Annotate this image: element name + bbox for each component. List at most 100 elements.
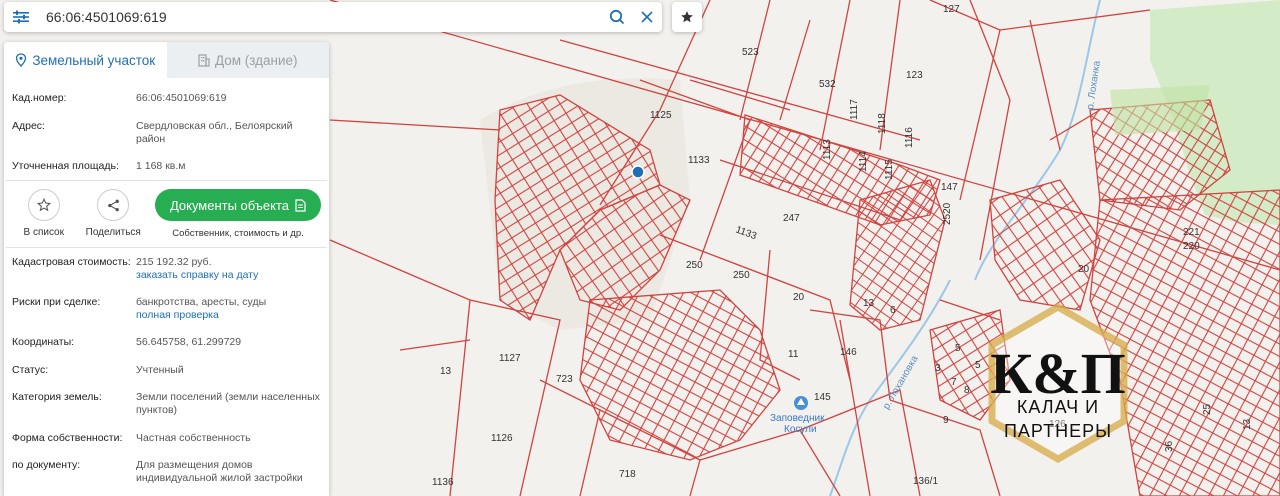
parcel-label: 6 bbox=[890, 305, 896, 316]
parcel-label: 9 bbox=[943, 415, 949, 426]
info-row-permitted-use: по документу: Для размещения домов индив… bbox=[4, 459, 329, 489]
risks-value: банкротства, аресты, суды bbox=[136, 296, 267, 308]
parcel-label: 8 bbox=[964, 385, 970, 396]
sliders-icon bbox=[13, 10, 29, 24]
info-row-area: Уточненная площадь: 1 168 кв.м bbox=[4, 160, 329, 180]
documents-button[interactable]: Документы объекта bbox=[155, 189, 321, 221]
parcel-label: 247 bbox=[783, 213, 800, 224]
search-button[interactable] bbox=[602, 2, 632, 32]
parcel-label: 20 bbox=[1078, 264, 1090, 275]
star-outline-icon bbox=[36, 198, 51, 212]
info-value: Свердловская обл., Белоярский район bbox=[136, 120, 293, 145]
parcel-label: 1114 bbox=[858, 151, 869, 172]
documents-subtitle: Собственник, стоимость и др. bbox=[172, 228, 304, 239]
parcel-label: 1117 bbox=[849, 99, 860, 120]
info-value-group: банкротства, аресты, суды полная проверк… bbox=[136, 296, 321, 336]
clear-search-button[interactable] bbox=[632, 2, 662, 32]
tab-land-plot[interactable]: Земельный участок bbox=[4, 42, 167, 78]
document-icon bbox=[295, 198, 306, 212]
parcel-label: 5 bbox=[955, 343, 961, 354]
parcel-label: 123 bbox=[906, 70, 923, 81]
parcel-label: 1116 bbox=[904, 127, 915, 148]
share-icon bbox=[107, 199, 119, 211]
info-value: Для размещения домов индивидуальной жило… bbox=[136, 459, 303, 484]
close-icon bbox=[641, 11, 653, 23]
parcel-label: 13 bbox=[863, 298, 875, 309]
parcel-label: 523 bbox=[742, 47, 759, 58]
documents-button-label: Документы объекта bbox=[169, 197, 290, 213]
parcel-label: 220 bbox=[1183, 241, 1200, 252]
parcel-label: 5 bbox=[975, 360, 981, 371]
info-label: по документу: bbox=[12, 459, 81, 471]
parcel-label: 221 bbox=[1183, 227, 1200, 238]
filter-menu-button[interactable] bbox=[4, 2, 38, 32]
parcel-label: 1133 bbox=[688, 155, 710, 166]
info-value: 1 168 кв.м bbox=[136, 160, 186, 172]
parcel-label: 250 bbox=[686, 260, 703, 271]
info-label: Кадастровая стоимость: bbox=[12, 256, 131, 268]
parcel-label: 36 bbox=[1164, 440, 1175, 452]
tab-label: Дом (здание) bbox=[214, 52, 298, 68]
full-check-link[interactable]: полная проверка bbox=[136, 309, 321, 322]
info-label: Форма собственности: bbox=[12, 432, 123, 444]
parcel-label: 250 bbox=[733, 270, 750, 281]
info-value: Частная собственность bbox=[136, 432, 251, 444]
info-row-cadastral-number: Кад.номер: 66:06:4501069:619 bbox=[4, 92, 329, 120]
parcel-label: 1126 bbox=[491, 433, 513, 444]
panel-tabs: Земельный участок Дом (здание) bbox=[4, 42, 329, 78]
parcel-label: 13 bbox=[440, 366, 452, 377]
parcel-label: 1127 bbox=[499, 353, 521, 364]
parcel-label: 718 bbox=[619, 469, 636, 480]
search-input[interactable] bbox=[38, 3, 602, 31]
parcel-label: 2520 bbox=[942, 202, 953, 225]
parcel-label: 145 bbox=[814, 392, 831, 403]
info-row-ownership: Форма собственности: Частная собственнос… bbox=[4, 432, 329, 459]
info-row-status: Статус: Учтенный bbox=[4, 364, 329, 391]
info-row-coordinates: Координаты: 56.645758, 61.299729 bbox=[4, 336, 329, 364]
info-row-address: Адрес: Свердловская обл., Белоярский рай… bbox=[4, 120, 329, 160]
parcel-label: 20 bbox=[793, 292, 805, 303]
add-to-list-label: В список bbox=[23, 227, 65, 238]
parcel-label: 7 bbox=[951, 377, 957, 388]
parcel-label: 1115 bbox=[884, 159, 895, 180]
share-label: Поделиться bbox=[85, 227, 141, 238]
parcel-label: 25 bbox=[1202, 403, 1213, 415]
favorite-button[interactable] bbox=[672, 2, 702, 32]
parcel-label: 13 bbox=[1242, 418, 1253, 430]
parcel-label: 1125 bbox=[650, 110, 672, 121]
info-label: Статус: bbox=[12, 364, 49, 376]
info-value: Учтенный bbox=[136, 364, 184, 376]
info-row-risks: Риски при сделке: банкротства, аресты, с… bbox=[4, 296, 329, 336]
parcel-label: 147 bbox=[941, 182, 958, 193]
parcel-info-panel: Земельный участок Дом (здание) Кад.номер… bbox=[4, 42, 329, 496]
info-label: Категория земель: bbox=[12, 391, 102, 403]
cadastral-number-link[interactable]: 66:06:4501069:619 bbox=[136, 92, 321, 120]
parcel-label: 11 bbox=[788, 349, 799, 360]
star-icon bbox=[681, 11, 693, 23]
tab-building[interactable]: Дом (здание) bbox=[166, 42, 329, 78]
documents-group: Документы объекта Собственник, стоимость… bbox=[155, 189, 321, 243]
share-circle bbox=[97, 189, 130, 221]
parcel-label: 723 bbox=[556, 374, 573, 385]
parcel-label: 146 bbox=[840, 347, 857, 358]
order-certificate-link[interactable]: заказать справку на дату bbox=[136, 269, 321, 282]
info-value: 56.645758, 61.299729 bbox=[136, 336, 242, 348]
poi-label: Косули bbox=[784, 424, 817, 435]
add-to-list-button[interactable]: В список bbox=[14, 189, 74, 243]
parcel-label: 126 bbox=[1049, 419, 1066, 430]
info-label: Адрес: bbox=[12, 120, 45, 132]
selected-parcel-marker[interactable] bbox=[631, 165, 645, 179]
parcel-label: 1136 bbox=[432, 477, 454, 488]
info-row-land-category: Категория земель: Земли поселений (земли… bbox=[4, 391, 329, 432]
poi-label: Заповедник bbox=[770, 413, 825, 424]
info-label: Уточненная площадь: bbox=[12, 160, 119, 172]
tab-label: Земельный участок bbox=[32, 52, 156, 68]
search-icon bbox=[609, 9, 625, 25]
map-pin-icon bbox=[16, 53, 27, 67]
add-to-list-circle bbox=[27, 189, 60, 221]
parcel-label: 1118 bbox=[877, 113, 888, 134]
share-button[interactable]: Поделиться bbox=[84, 189, 144, 243]
action-bar: В список Поделиться Документы объекта Со… bbox=[4, 181, 329, 243]
parcel-label: 136/1 bbox=[913, 476, 938, 487]
info-label: Риски при сделке: bbox=[12, 296, 101, 308]
